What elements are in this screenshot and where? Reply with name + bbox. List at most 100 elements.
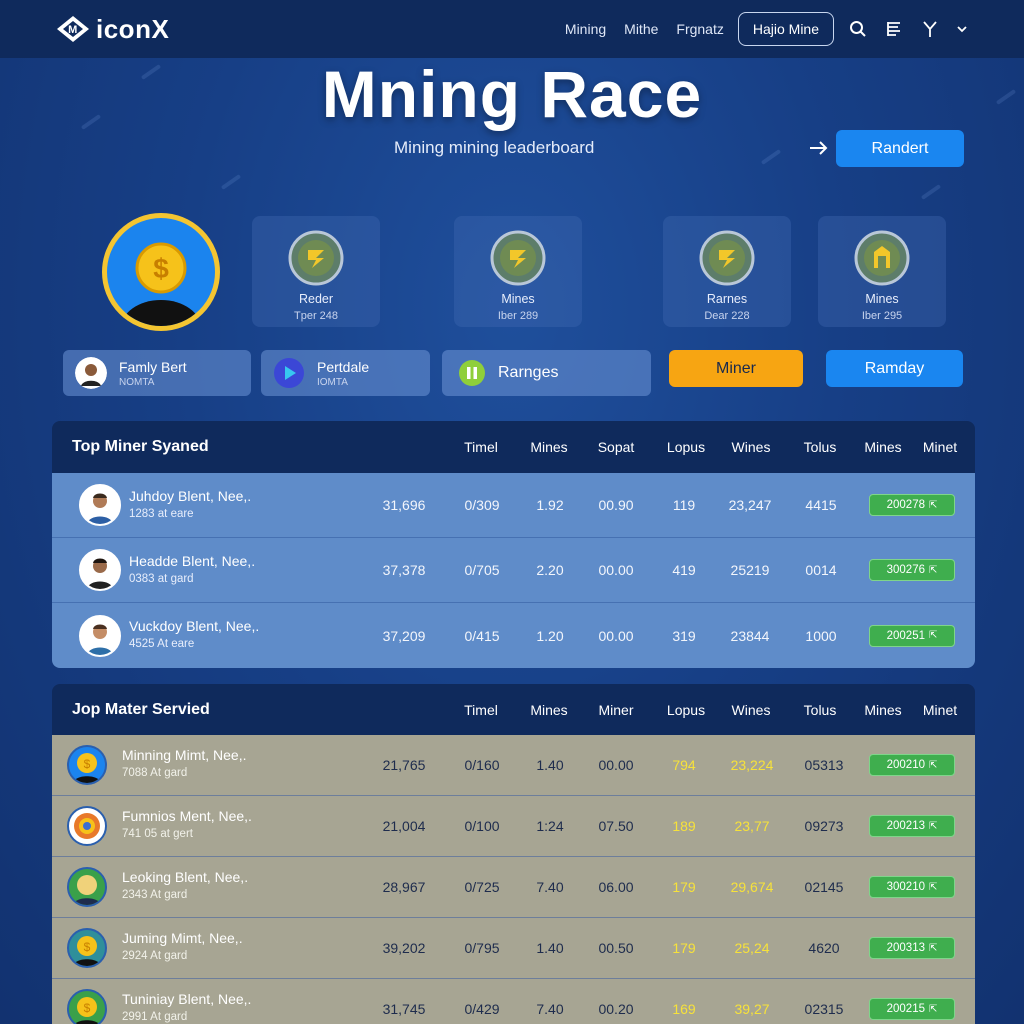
miner-subtitle: 2924 At gard <box>122 950 188 962</box>
stat-card[interactable]: Mines Iber 295 <box>818 216 946 327</box>
avatar: $ <box>67 745 107 785</box>
table-row[interactable]: $ Tuniniay Blent, Nee,. 2991 At gard 31,… <box>52 979 975 1024</box>
miner-button[interactable]: Miner <box>669 350 803 387</box>
badge-value: 200213 <box>886 820 925 832</box>
table-row[interactable]: Leoking Blent, Nee,. 2343 At gard 28,967… <box>52 857 975 918</box>
list-icon[interactable] <box>884 19 904 39</box>
status-badge[interactable]: 200313 ⇱ <box>869 937 955 959</box>
nav-link-frgnatz[interactable]: Frgnatz <box>676 21 723 37</box>
cell: 169 <box>672 1001 696 1017</box>
page-subtitle: Mining mining leaderboard <box>394 138 595 157</box>
badge-value: 300276 <box>886 564 925 576</box>
cell: 02315 <box>804 1001 844 1017</box>
cell: 28,967 <box>382 879 426 895</box>
cell: 05313 <box>804 757 844 773</box>
table-row[interactable]: Vuckdoy Blent, Nee,. 4525 At eare 37,209… <box>52 603 975 668</box>
status-badge[interactable]: 200213 ⇱ <box>869 815 955 837</box>
ramday-button[interactable]: Ramday <box>826 350 963 387</box>
column-header[interactable]: Timel <box>464 702 498 718</box>
status-badge[interactable]: 200278 ⇱ <box>869 494 955 516</box>
leaderboard-table-master-served: Jop Mater Servied Timel Mines Miner Lopu… <box>52 684 975 1024</box>
pause-icon <box>459 360 485 386</box>
nav-mine-button[interactable]: Hajio Mine <box>737 12 834 46</box>
column-header[interactable]: Wines <box>732 702 771 718</box>
status-badge[interactable]: 200210 ⇱ <box>869 754 955 776</box>
cta-button[interactable]: Randert <box>836 130 964 167</box>
stat-card[interactable]: Rarnes Dear 228 <box>663 216 791 327</box>
table-row[interactable]: $ Juming Mimt, Nee,. 2924 At gard 39,202… <box>52 918 975 979</box>
cell: 37,378 <box>382 562 426 578</box>
cell: 39,202 <box>382 940 426 956</box>
cell: 00.90 <box>598 497 634 513</box>
column-header[interactable]: Lopus <box>667 439 705 455</box>
column-header[interactable]: Tolus <box>804 702 837 718</box>
filter-chip-family[interactable]: Famly Bert NOMTA <box>63 350 251 396</box>
play-icon <box>274 358 304 388</box>
miner-subtitle: 0383 at gard <box>129 573 194 585</box>
cell: 06.00 <box>598 879 634 895</box>
external-link-icon: ⇱ <box>928 820 938 832</box>
cell: 794 <box>672 757 696 773</box>
nav-link-mining[interactable]: Mining <box>565 21 606 37</box>
stat-card[interactable]: Reder Tper 248 <box>252 216 380 327</box>
page-title: Mning Race <box>321 57 703 131</box>
badge-icon <box>699 230 755 286</box>
column-header[interactable]: Timel <box>464 439 498 455</box>
cell: 23,224 <box>730 757 774 773</box>
cell: 00.00 <box>598 757 634 773</box>
column-header[interactable]: Mines <box>864 439 901 455</box>
cell: 119 <box>672 497 696 513</box>
badge-value: 200251 <box>886 629 925 642</box>
status-badge[interactable]: 200251 ⇱ <box>869 624 955 647</box>
miner-name: Juming Mimt, Nee,. <box>122 930 243 946</box>
filter-chip-pertdale[interactable]: Pertdale IOMTA <box>261 350 430 396</box>
cell: 419 <box>672 562 696 578</box>
column-header[interactable]: Miner <box>598 702 633 718</box>
table-row[interactable]: Juhdoy Blent, Nee,. 1283 at eare 31,696 … <box>52 473 975 538</box>
miner-subtitle: 4525 At eare <box>129 638 195 650</box>
svg-text:M: M <box>68 24 78 36</box>
status-badge[interactable]: 200215 ⇱ <box>869 998 955 1020</box>
chevron-down-icon[interactable] <box>956 19 968 39</box>
table-row[interactable]: $ Minning Mimt, Nee,. 7088 At gard 21,76… <box>52 735 975 796</box>
table-title: Top Miner Syaned <box>72 438 209 455</box>
cell: 0/429 <box>464 1001 500 1017</box>
logo[interactable]: M iconX <box>56 14 169 45</box>
filter-chip-ranges[interactable]: Rarnges <box>442 350 651 396</box>
status-badge[interactable]: 300276 ⇱ <box>869 559 955 581</box>
arrow-right-icon <box>810 141 828 155</box>
stat-card[interactable]: Mines Iber 289 <box>454 216 582 327</box>
miner-subtitle: 1283 at eare <box>129 508 194 520</box>
cell: 0/100 <box>464 818 500 834</box>
stat-value: Iber 295 <box>861 310 903 322</box>
search-icon[interactable] <box>848 19 868 39</box>
nav-link-mithe[interactable]: Mithe <box>624 21 658 37</box>
column-header[interactable]: Mines <box>864 702 901 718</box>
cell: 00.50 <box>598 940 634 956</box>
miner-subtitle: 2991 At gard <box>122 1011 188 1023</box>
cell: 1.40 <box>536 757 564 773</box>
column-header[interactable]: Minet <box>923 702 957 718</box>
status-badge[interactable]: 300210 ⇱ <box>869 876 955 898</box>
filter-icon[interactable] <box>920 19 940 39</box>
column-header[interactable]: Tolus <box>804 439 837 455</box>
badge-value: 300210 <box>886 881 925 893</box>
stat-label: Mines <box>865 292 899 306</box>
column-header[interactable]: Wines <box>732 439 771 455</box>
chip-title: Famly Bert <box>119 358 187 375</box>
column-header[interactable]: Sopat <box>598 439 635 455</box>
column-header[interactable]: Minet <box>923 439 957 455</box>
table-row[interactable]: Headde Blent, Nee,. 0383 at gard 37,378 … <box>52 538 975 603</box>
column-header[interactable]: Lopus <box>667 702 705 718</box>
cell: 00.00 <box>598 627 634 644</box>
miner-name: Fumnios Ment, Nee,. <box>122 808 252 824</box>
badge-value: 200278 <box>886 499 925 511</box>
column-header[interactable]: Mines <box>530 439 567 455</box>
table-row[interactable]: Fumnios Ment, Nee,. 741 05 at gert 21,00… <box>52 796 975 857</box>
cell: 00.00 <box>598 562 634 578</box>
column-header[interactable]: Mines <box>530 702 567 718</box>
featured-miner-avatar[interactable]: $ <box>102 213 220 331</box>
avatar: $ <box>67 989 107 1024</box>
external-link-icon: ⇱ <box>928 564 938 576</box>
miner-subtitle: 741 05 at gert <box>122 828 193 840</box>
